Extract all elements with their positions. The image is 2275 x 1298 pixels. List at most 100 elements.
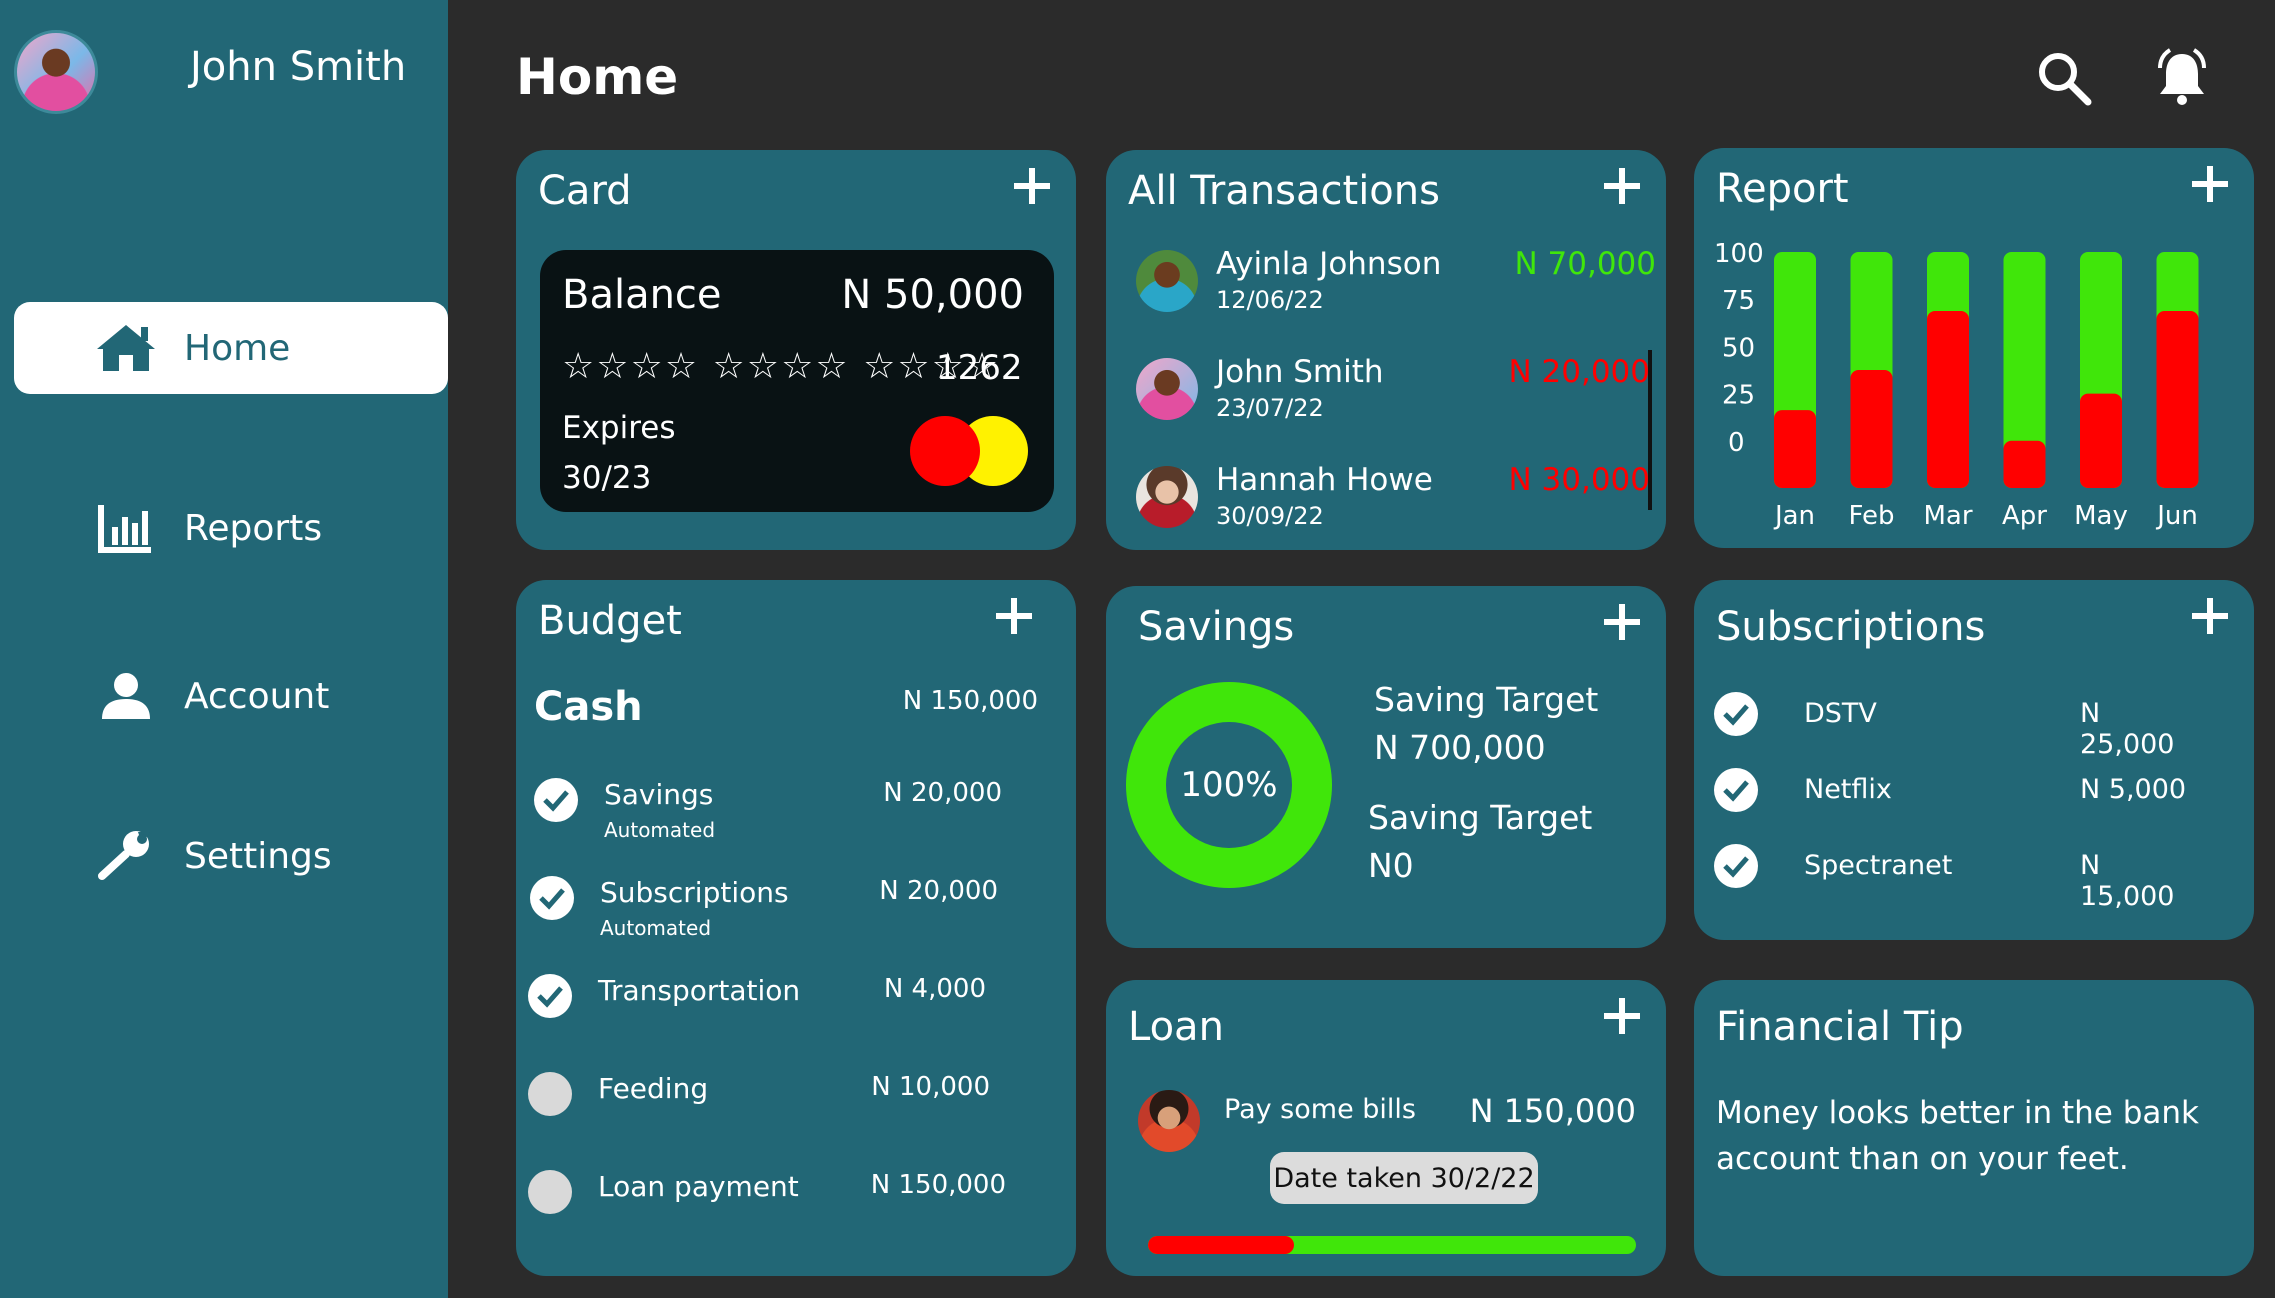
subscription-name: Spectranet [1804,850,1953,881]
transaction-amount: N 70,000 [1514,246,1656,282]
sidebar-item-label: Reports [184,507,323,549]
report-widget: Report 100 75 50 25 0 Jan Feb Mar Apr May Jun [1694,148,2254,548]
avatar [1138,1090,1200,1152]
user-avatar[interactable] [14,30,98,114]
add-transaction-button[interactable] [1604,168,1640,204]
budget-item-sub: Automated [604,818,716,842]
home-icon [94,321,158,375]
bar-chart-icon [94,501,158,555]
add-loan-button[interactable] [1604,998,1640,1034]
y-tick-label: 75 [1722,286,1755,316]
loan-amount: N 150,000 [1469,1092,1636,1130]
user-icon [94,669,158,723]
bar-red[interactable] [2003,440,2046,488]
transactions-widget: All Transactions Ayinla Johnson 12/06/22… [1106,150,1666,550]
transaction-row[interactable]: John Smith 23/07/22 N 20,000 [1136,354,1650,434]
savings-progress-ring: 100% [1126,682,1332,888]
transaction-amount: N 30,000 [1508,462,1650,498]
loan-title: Loan [1128,1004,1224,1050]
subscription-amount: N 15,000 [2080,850,2175,912]
tip-text: Money looks better in the bank account t… [1716,1095,2199,1177]
savings-percent: 100% [1166,722,1292,848]
cash-label: Cash [534,684,643,730]
expires-label: Expires [562,410,676,446]
balance-label: Balance [562,272,722,318]
add-card-button[interactable] [1014,168,1050,204]
budget-row[interactable]: Feeding N 10,000 [528,1066,1040,1136]
financial-tip-widget: Financial Tip Money looks better in the … [1694,980,2254,1276]
sidebar-item-reports[interactable]: Reports [14,482,448,574]
date-taken-badge: Date taken 30/2/22 [1270,1152,1538,1204]
card-title: Card [538,168,632,214]
add-subscription-button[interactable] [2192,598,2228,634]
bar-red[interactable] [1927,311,1969,488]
credit-card[interactable]: Balance N 50,000 ☆☆☆☆ ☆☆☆☆ ☆☆☆☆ 1262 Exp… [540,250,1054,512]
subscription-row[interactable]: Netflix N 5,000 [1714,768,2194,818]
balance-value: N 50,000 [841,272,1024,318]
saving-target-label: Saving Target [1368,798,1593,837]
card-number-masked: ☆☆☆☆ ☆☆☆☆ ☆☆☆☆ [562,346,1001,387]
loan-widget: Loan Pay some bills N 150,000 Date taken… [1106,980,1666,1276]
expires-value: 30/23 [562,460,652,496]
budget-row[interactable]: Savings Automated N 20,000 [534,772,1044,842]
checked-icon[interactable] [534,778,578,822]
budget-item-name: Subscriptions [600,876,789,909]
budget-row[interactable]: Loan payment N 150,000 [528,1164,1040,1234]
budget-item-name: Transportation [598,974,801,1007]
unchecked-icon[interactable] [528,1170,572,1214]
checked-icon[interactable] [1714,844,1758,888]
checked-icon[interactable] [1714,768,1758,812]
checked-icon[interactable] [530,876,574,920]
transaction-date: 23/07/22 [1216,394,1324,422]
sidebar: John Smith Home Reports Account Settings [0,0,448,1298]
sidebar-item-settings[interactable]: Settings [14,810,448,902]
sidebar-item-account[interactable]: Account [14,650,448,742]
subscription-row[interactable]: Spectranet N 15,000 [1714,844,2194,912]
budget-item-amount: N 20,000 [879,876,998,906]
avatar [1136,466,1198,528]
x-tick-label: Jun [2155,501,2198,531]
bar-red[interactable] [2080,393,2122,488]
subscriptions-widget: Subscriptions DSTV N 25,000 Netflix N 5,… [1694,580,2254,940]
saving-target-label: Saving Target [1374,680,1599,719]
y-tick-label: 50 [1722,333,1755,363]
search-icon[interactable] [2034,48,2094,108]
user-name: John Smith [190,44,407,90]
bell-icon[interactable] [2152,48,2212,108]
transaction-row[interactable]: Ayinla Johnson 12/06/22 N 70,000 [1136,246,1656,326]
wrench-icon [94,829,158,883]
budget-item-name: Feeding [598,1072,709,1105]
subscription-row[interactable]: DSTV N 25,000 [1714,692,2194,760]
sidebar-item-label: Account [184,675,330,717]
unchecked-icon[interactable] [528,1072,572,1116]
budget-row[interactable]: Subscriptions Automated N 20,000 [530,870,1042,940]
y-tick-label: 0 [1728,428,1745,458]
x-tick-label: Feb [1848,501,1894,531]
budget-row[interactable]: Transportation N 4,000 [528,968,1040,1038]
budget-item-amount: N 10,000 [871,1072,990,1102]
budget-item-name: Loan payment [598,1170,799,1203]
checked-icon[interactable] [1714,692,1758,736]
transaction-row[interactable]: Hannah Howe 30/09/22 N 30,000 [1136,462,1650,542]
subscription-amount: N 5,000 [2080,774,2187,805]
mastercard-logo-red [910,416,980,486]
loan-progress-bar [1148,1236,1636,1254]
sidebar-item-home[interactable]: Home [14,302,448,394]
add-budget-button[interactable] [996,598,1032,634]
bar-red[interactable] [1774,410,1816,488]
budget-item-sub: Automated [600,916,712,940]
bar-red[interactable] [2156,311,2199,488]
sidebar-item-label: Home [184,327,291,369]
x-tick-label: May [2074,501,2128,531]
bar-red[interactable] [1850,370,1893,488]
subscription-amount: N 25,000 [2080,698,2175,760]
transaction-name: Ayinla Johnson [1216,246,1442,282]
savings-widget: Savings 100% Saving Target N 700,000 Sav… [1106,586,1666,948]
x-tick-label: Jan [1773,501,1815,531]
avatar [1136,358,1198,420]
subscription-name: Netflix [1804,774,1892,805]
checked-icon[interactable] [528,974,572,1018]
loan-description: Pay some bills [1224,1094,1416,1125]
add-savings-button[interactable] [1604,604,1640,640]
scrollbar[interactable] [1648,350,1652,510]
